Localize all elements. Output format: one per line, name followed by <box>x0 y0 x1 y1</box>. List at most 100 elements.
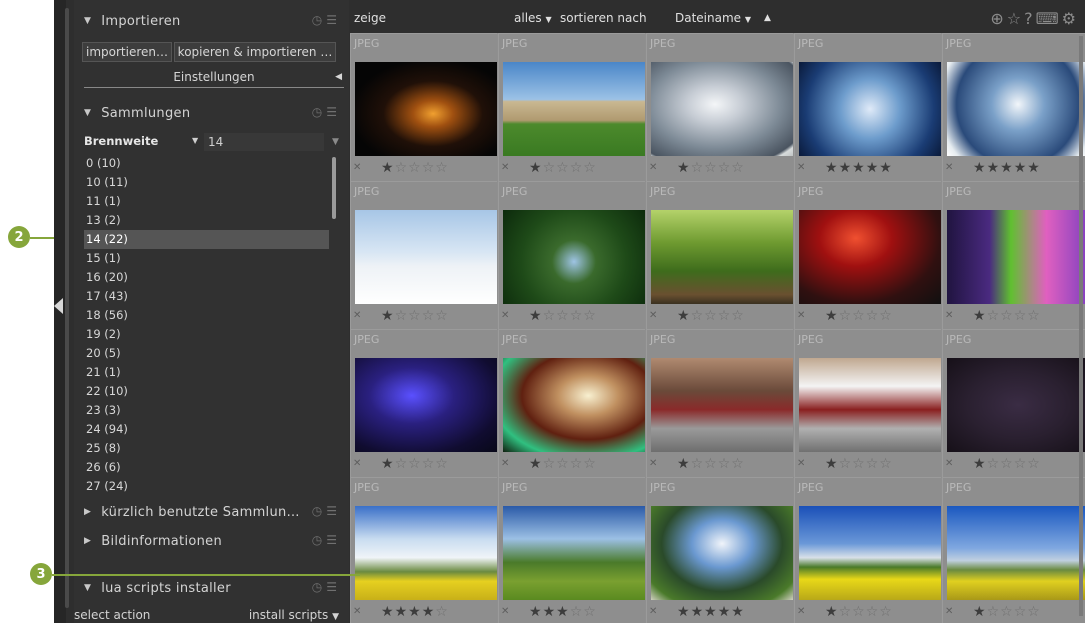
star-icon[interactable]: ★ <box>529 160 543 176</box>
star-icon[interactable]: ★ <box>879 160 893 176</box>
star-icon[interactable]: ★ <box>973 160 987 176</box>
star-icon[interactable]: ☆ <box>395 308 409 324</box>
thumbnail-cell[interactable]: JPEG ✕ ★☆☆☆☆ <box>350 181 497 329</box>
star-icon[interactable]: ☆ <box>408 308 422 324</box>
star-icon[interactable]: ☆ <box>422 160 436 176</box>
star-icon[interactable]: ☆ <box>408 456 422 472</box>
star-rating[interactable]: ★☆☆☆☆ <box>529 308 597 324</box>
star-icon[interactable]: ★ <box>987 160 1001 176</box>
lua-installer-header[interactable]: ▼ lua scripts installer ◷☰ <box>74 575 349 601</box>
thumbnail-image[interactable] <box>799 62 941 156</box>
collection-item[interactable]: 23 (3) <box>84 401 329 420</box>
reject-icon[interactable]: ✕ <box>649 162 657 173</box>
grouping-icon[interactable]: ⊕ <box>990 9 1006 28</box>
thumbnail-image[interactable] <box>503 506 645 600</box>
star-rating[interactable]: ★★★★★ <box>677 604 745 620</box>
star-icon[interactable]: ☆ <box>395 160 409 176</box>
star-icon[interactable]: ☆ <box>731 160 745 176</box>
collection-item[interactable]: 14 (22) <box>84 230 329 249</box>
star-icon[interactable]: ☆ <box>879 308 893 324</box>
thumbnail-image[interactable] <box>947 506 1085 600</box>
star-icon[interactable]: ★ <box>704 604 718 620</box>
star-rating[interactable]: ★☆☆☆☆ <box>677 456 745 472</box>
star-icon[interactable]: ☆ <box>839 308 853 324</box>
star-rating[interactable]: ★★★☆☆ <box>529 604 597 620</box>
star-icon[interactable]: ★ <box>718 604 732 620</box>
reject-icon[interactable]: ✕ <box>649 458 657 469</box>
thumbnail-cell[interactable]: JPEG ✕ ★☆☆☆☆ <box>646 329 793 477</box>
collection-item[interactable]: 10 (11) <box>84 173 329 192</box>
filter-value-input[interactable]: 14 <box>204 133 324 151</box>
star-icon[interactable]: ☆ <box>852 308 866 324</box>
collections-module-header[interactable]: ▼ Sammlungen ◷☰ <box>74 100 349 126</box>
star-rating[interactable]: ★☆☆☆☆ <box>677 160 745 176</box>
thumbnail-cell[interactable]: JPEG ✕ ★☆☆☆☆ <box>794 477 941 623</box>
star-icon[interactable]: ☆ <box>987 604 1001 620</box>
star-icon[interactable]: ★ <box>529 604 543 620</box>
thumbnail-cell[interactable]: JPEG ✕ ★☆☆☆☆ <box>646 33 793 181</box>
collection-list-scrollbar[interactable] <box>332 157 336 219</box>
star-rating[interactable]: ★☆☆☆☆ <box>825 456 893 472</box>
reject-icon[interactable]: ✕ <box>797 162 805 173</box>
star-rating[interactable]: ★☆☆☆☆ <box>973 456 1041 472</box>
star-rating[interactable]: ★☆☆☆☆ <box>677 308 745 324</box>
collection-item[interactable]: 27 (24) <box>84 477 329 496</box>
star-icon[interactable]: ★ <box>1014 160 1028 176</box>
thumbnail-cell[interactable]: JPEG ✕ ★☆☆☆☆ <box>498 329 645 477</box>
star-icon[interactable]: ☆ <box>583 604 597 620</box>
sort-ascending-icon[interactable]: ▲ <box>764 13 771 23</box>
star-icon[interactable]: ☆ <box>866 456 880 472</box>
star-icon[interactable]: ★ <box>543 604 557 620</box>
star-icon[interactable]: ★ <box>381 308 395 324</box>
thumbnail-cell[interactable]: JPEG ✕ ★☆☆☆☆ <box>794 181 941 329</box>
star-icon[interactable]: ☆ <box>422 456 436 472</box>
star-icon[interactable]: ★ <box>381 160 395 176</box>
thumbnail-image[interactable] <box>355 506 497 600</box>
collection-item[interactable]: 0 (10) <box>84 154 329 173</box>
star-icon[interactable]: ★ <box>825 160 839 176</box>
collapse-left-panel-icon[interactable] <box>54 298 63 314</box>
star-icon[interactable]: ☆ <box>987 456 1001 472</box>
star-icon[interactable]: ★ <box>973 308 987 324</box>
thumbnail-cell[interactable]: JPEG ✕ ★☆☆☆☆ <box>350 33 497 181</box>
settings-expander[interactable]: Einstellungen ◀ <box>84 68 344 88</box>
star-icon[interactable]: ★ <box>839 160 853 176</box>
star-rating[interactable]: ★☆☆☆☆ <box>529 456 597 472</box>
star-icon[interactable]: ☆ <box>570 160 584 176</box>
thumbnail-image[interactable] <box>651 506 793 600</box>
reject-icon[interactable]: ✕ <box>501 162 509 173</box>
sort-select[interactable]: Dateiname ▼ <box>675 11 751 25</box>
thumbnail-image[interactable] <box>799 506 941 600</box>
star-icon[interactable]: ☆ <box>691 160 705 176</box>
star-icon[interactable]: ★ <box>825 308 839 324</box>
grid-scrollbar[interactable] <box>1079 36 1083 616</box>
star-rating[interactable]: ★☆☆☆☆ <box>529 160 597 176</box>
thumbnail-image[interactable] <box>503 62 645 156</box>
star-icon[interactable]: ☆ <box>1027 604 1041 620</box>
import-button[interactable]: importieren… <box>82 42 172 62</box>
star-icon[interactable]: ☆ <box>704 160 718 176</box>
star-icon[interactable]: ☆ <box>1014 456 1028 472</box>
star-icon[interactable]: ☆ <box>435 160 449 176</box>
reject-icon[interactable]: ✕ <box>353 162 361 173</box>
star-icon[interactable]: ☆ <box>839 604 853 620</box>
module-options-icon[interactable]: ◷☰ <box>312 105 341 119</box>
star-icon[interactable]: ★ <box>529 456 543 472</box>
reject-icon[interactable]: ✕ <box>797 606 805 617</box>
thumbnail-cell[interactable]: JPEG ✕ ★☆☆☆☆ <box>350 329 497 477</box>
collection-item[interactable]: 20 (5) <box>84 344 329 363</box>
star-icon[interactable]: ☆ <box>435 604 449 620</box>
collection-item[interactable]: 15 (1) <box>84 249 329 268</box>
star-rating[interactable]: ★☆☆☆☆ <box>825 308 893 324</box>
star-icon[interactable]: ☆ <box>731 456 745 472</box>
collection-item[interactable]: 11 (1) <box>84 192 329 211</box>
keyboard-icon[interactable]: ⌨ <box>1036 9 1062 28</box>
star-icon[interactable]: ★ <box>677 604 691 620</box>
star-icon[interactable]: ☆ <box>422 308 436 324</box>
star-icon[interactable]: ★ <box>529 308 543 324</box>
collection-item[interactable]: 13 (2) <box>84 211 329 230</box>
reject-icon[interactable]: ✕ <box>649 606 657 617</box>
thumbnail-image[interactable] <box>651 358 793 452</box>
star-icon[interactable]: ★ <box>1000 160 1014 176</box>
star-icon[interactable]: ☆ <box>395 456 409 472</box>
